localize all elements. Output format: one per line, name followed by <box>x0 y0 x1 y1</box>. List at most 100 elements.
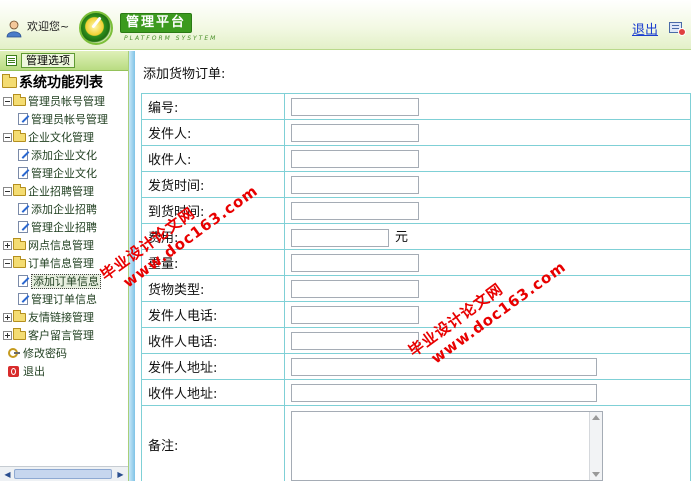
field-label: 收件人地址: <box>141 379 285 406</box>
expand-icon[interactable] <box>3 331 12 340</box>
tree-root[interactable]: 系统功能列表 <box>0 73 128 93</box>
platform-title: 管理平台 <box>120 13 192 33</box>
recipient-address-input[interactable] <box>291 383 597 402</box>
folder-icon <box>13 94 26 106</box>
tree-item-manage-order[interactable]: 管理订单信息 <box>0 291 128 309</box>
textarea-scrollbar[interactable] <box>589 412 602 480</box>
scroll-down-icon[interactable] <box>592 472 600 477</box>
field-label: 货物类型: <box>141 275 285 302</box>
ship-time-input[interactable] <box>291 175 419 194</box>
tree-group-culture[interactable]: 企业文化管理 <box>0 129 128 147</box>
scroll-up-icon[interactable] <box>592 415 600 420</box>
scroll-left-icon[interactable]: ◀ <box>2 469 13 480</box>
folder-icon <box>13 238 26 250</box>
tree-group-label: 友情链接管理 <box>28 311 94 324</box>
form-row-arrival-time: 到货时间: <box>141 197 691 224</box>
form-row-weight: 重量: <box>141 249 691 276</box>
field-label: 重量: <box>141 249 285 276</box>
form-row-recipient: 收件人: <box>141 145 691 172</box>
form-row-fee: 费用: 元 <box>141 223 691 250</box>
logout-link[interactable]: 退出 <box>632 19 658 38</box>
field-label: 备注: <box>141 405 285 481</box>
page-title: 添加货物订单: <box>143 67 226 82</box>
page-edit-icon <box>18 113 28 125</box>
sidebar-horizontal-scrollbar[interactable]: ◀ ▶ <box>0 466 128 481</box>
page-edit-icon <box>18 167 28 179</box>
expand-icon[interactable] <box>3 313 12 322</box>
field-label: 收件人电话: <box>141 327 285 354</box>
tree-item-label: 添加企业招聘 <box>31 203 97 216</box>
folder-icon <box>13 184 26 196</box>
tree-item-label: 添加企业文化 <box>31 149 97 162</box>
tree-item-add-order[interactable]: 添加订单信息 <box>0 273 128 291</box>
tree-item-label: 添加订单信息 <box>31 274 101 289</box>
tree-item-admin-account[interactable]: 管理员帐号管理 <box>0 111 128 129</box>
collapse-icon[interactable] <box>3 187 12 196</box>
folder-icon <box>13 130 26 142</box>
sender-address-input[interactable] <box>291 357 597 376</box>
field-label: 发件人地址: <box>141 353 285 380</box>
menu-list-icon <box>6 55 17 66</box>
platform-subtitle: PLATFORM SYSYTEM <box>124 35 218 42</box>
remarks-textarea[interactable] <box>291 411 603 481</box>
tree-group-messages[interactable]: 客户留言管理 <box>0 327 128 345</box>
top-header: 欢迎您~ 管理平台 PLATFORM SYSYTEM 退出 <box>0 0 691 50</box>
tree-item-label: 管理员帐号管理 <box>31 113 108 126</box>
management-options-button[interactable]: 管理选项 <box>21 53 75 68</box>
expand-icon[interactable] <box>3 241 12 250</box>
page-edit-icon <box>18 203 28 215</box>
tree-group-admin-account[interactable]: 管理员帐号管理 <box>0 93 128 111</box>
tree-item-add-culture[interactable]: 添加企业文化 <box>0 147 128 165</box>
tree-group-links[interactable]: 友情链接管理 <box>0 309 128 327</box>
tree-group-recruit[interactable]: 企业招聘管理 <box>0 183 128 201</box>
weight-input[interactable] <box>291 253 419 272</box>
sender-phone-input[interactable] <box>291 305 419 324</box>
field-label: 发件人电话: <box>141 301 285 328</box>
tree-item-label: 管理企业招聘 <box>31 221 97 234</box>
tree-group-label: 客户留言管理 <box>28 329 94 342</box>
arrival-time-input[interactable] <box>291 201 419 220</box>
tree-root-label: 系统功能列表 <box>19 75 103 91</box>
form-row-number: 编号: <box>141 93 691 120</box>
tree-group-orders[interactable]: 订单信息管理 <box>0 255 128 273</box>
tree-item-manage-recruit[interactable]: 管理企业招聘 <box>0 219 128 237</box>
cargo-type-input[interactable] <box>291 279 419 298</box>
form-row-sender: 发件人: <box>141 119 691 146</box>
welcome-text: 欢迎您~ <box>27 20 70 33</box>
tree-group-label: 企业招聘管理 <box>28 185 94 198</box>
order-form: 编号: 发件人: 收件人: 发货时间: 到货时间: 费用: 元 重量: 货物类型 <box>141 93 691 481</box>
tree-item-manage-culture[interactable]: 管理企业文化 <box>0 165 128 183</box>
main-content: 添加货物订单: 编号: 发件人: 收件人: 发货时间: 到货时间: 费用: 元 … <box>135 51 691 481</box>
fee-input[interactable] <box>291 228 389 247</box>
window-icon[interactable] <box>669 22 686 36</box>
user-icon <box>6 20 22 38</box>
exit-icon <box>8 366 19 377</box>
tree-group-outlets[interactable]: 网点信息管理 <box>0 237 128 255</box>
collapse-icon[interactable] <box>3 97 12 106</box>
tree-group-label: 企业文化管理 <box>28 131 94 144</box>
collapse-icon[interactable] <box>3 133 12 142</box>
field-label: 费用: <box>141 223 285 250</box>
form-row-sender-address: 发件人地址: <box>141 353 691 380</box>
field-label: 到货时间: <box>141 197 285 224</box>
field-label: 编号: <box>141 93 285 120</box>
form-row-remarks: 备注: <box>141 405 691 481</box>
collapse-icon[interactable] <box>3 259 12 268</box>
page-edit-icon <box>18 149 28 161</box>
recipient-input[interactable] <box>291 149 419 168</box>
scroll-right-icon[interactable]: ▶ <box>115 469 126 480</box>
tree-item-add-recruit[interactable]: 添加企业招聘 <box>0 201 128 219</box>
folder-open-icon <box>2 74 17 88</box>
tree-item-logout[interactable]: 退出 <box>0 363 128 381</box>
scrollbar-thumb[interactable] <box>14 469 112 479</box>
sidebar-toolbar: 管理选项 <box>0 51 128 71</box>
tree-item-change-password[interactable]: 修改密码 <box>0 345 128 363</box>
platform-logo-icon <box>79 11 113 45</box>
sender-input[interactable] <box>291 123 419 142</box>
page-edit-icon <box>18 221 28 233</box>
tree-group-label: 网点信息管理 <box>28 239 94 252</box>
form-row-cargo-type: 货物类型: <box>141 275 691 302</box>
form-row-sender-phone: 发件人电话: <box>141 301 691 328</box>
number-input[interactable] <box>291 97 419 116</box>
recipient-phone-input[interactable] <box>291 331 419 350</box>
